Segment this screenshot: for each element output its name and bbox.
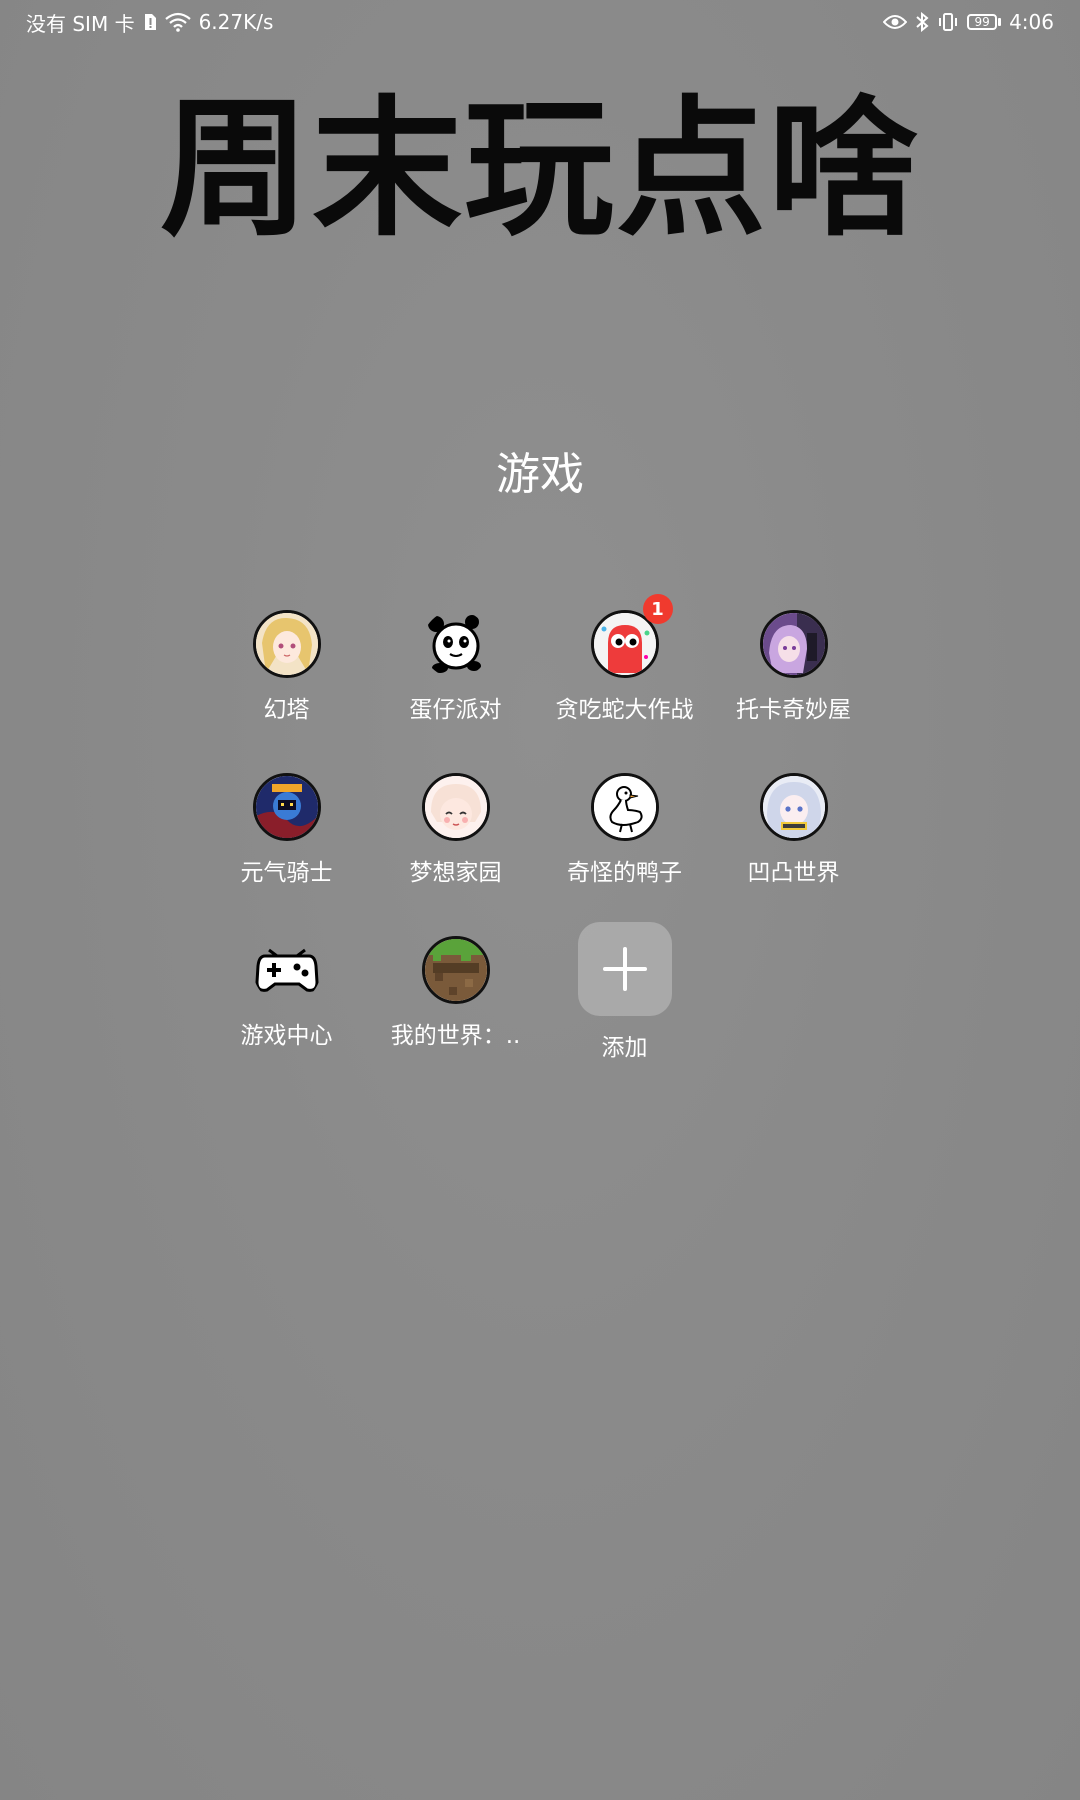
- minecraft-grass-icon: [421, 936, 490, 1004]
- add-tile[interactable]: [577, 922, 672, 1016]
- app-huanta[interactable]: 幻塔: [202, 610, 371, 773]
- app-game-center[interactable]: 游戏中心: [202, 936, 371, 1099]
- app-snake-battle[interactable]: 1 贪吃蛇大作战: [540, 594, 709, 773]
- app-aotu-world[interactable]: 凹凸世界: [709, 773, 878, 936]
- white-duck-icon: [590, 773, 659, 841]
- network-speed: 6.27K/s: [198, 10, 274, 34]
- app-label: 元气骑士: [240, 860, 333, 886]
- folder-title[interactable]: 游戏: [0, 438, 1080, 502]
- app-toca-world[interactable]: 托卡奇妙屋: [709, 610, 878, 773]
- app-dream-home[interactable]: 梦想家园: [371, 773, 540, 936]
- app-label: 凹凸世界: [747, 860, 840, 886]
- status-bar: 没有 SIM 卡 6.27K/s 99 4:06: [0, 0, 1080, 44]
- add-label: 添加: [601, 1035, 648, 1061]
- app-soul-knight[interactable]: 元气骑士: [202, 773, 371, 936]
- add-app-button[interactable]: 添加: [540, 922, 709, 1099]
- app-label: 幻塔: [263, 697, 310, 723]
- eye-icon: [883, 14, 908, 30]
- dream-home-girl-icon: [421, 773, 490, 841]
- app-label: 我的世界：..: [390, 1023, 521, 1049]
- plus-icon: [602, 947, 647, 991]
- app-label: 托卡奇妙屋: [736, 697, 851, 723]
- bluetooth-icon: [915, 12, 929, 32]
- status-bar-left: 没有 SIM 卡 6.27K/s: [26, 8, 273, 37]
- app-label: 贪吃蛇大作战: [555, 697, 694, 723]
- battery-level: 99: [967, 14, 998, 30]
- sim-alert-icon: [143, 13, 157, 31]
- app-label: 奇怪的鸭子: [567, 860, 682, 886]
- wifi-icon: [164, 12, 191, 32]
- soul-knight-icon: [252, 773, 321, 841]
- carrier-text: 没有 SIM 卡: [26, 11, 135, 36]
- status-bar-right: 99 4:06: [883, 10, 1054, 34]
- app-label: 游戏中心: [240, 1023, 333, 1049]
- clock: 4:06: [1009, 10, 1054, 34]
- panda-mascot-icon: [422, 610, 490, 678]
- app-minecraft[interactable]: 我的世界：..: [371, 936, 540, 1099]
- app-label: 梦想家园: [409, 860, 502, 886]
- toca-girl-purple-icon: [759, 610, 828, 678]
- anime-girl-silver-icon: [759, 773, 828, 841]
- app-grid: 幻塔 蛋仔派对 1 贪吃蛇大作战 托卡奇妙屋 元气骑士 梦想家园 奇怪的鸭子 凹…: [202, 594, 878, 1099]
- app-label: 蛋仔派对: [409, 697, 502, 723]
- app-eggy-party[interactable]: 蛋仔派对: [371, 610, 540, 773]
- app-weird-duck[interactable]: 奇怪的鸭子: [540, 773, 709, 936]
- battery-icon: 99: [967, 14, 1002, 30]
- gamepad-icon: [253, 936, 321, 1004]
- page-headline: 周末玩点啥: [159, 83, 920, 257]
- vibrate-icon: [937, 12, 959, 32]
- notification-badge: 1: [642, 594, 673, 624]
- anime-girl-blonde-icon: [252, 610, 321, 678]
